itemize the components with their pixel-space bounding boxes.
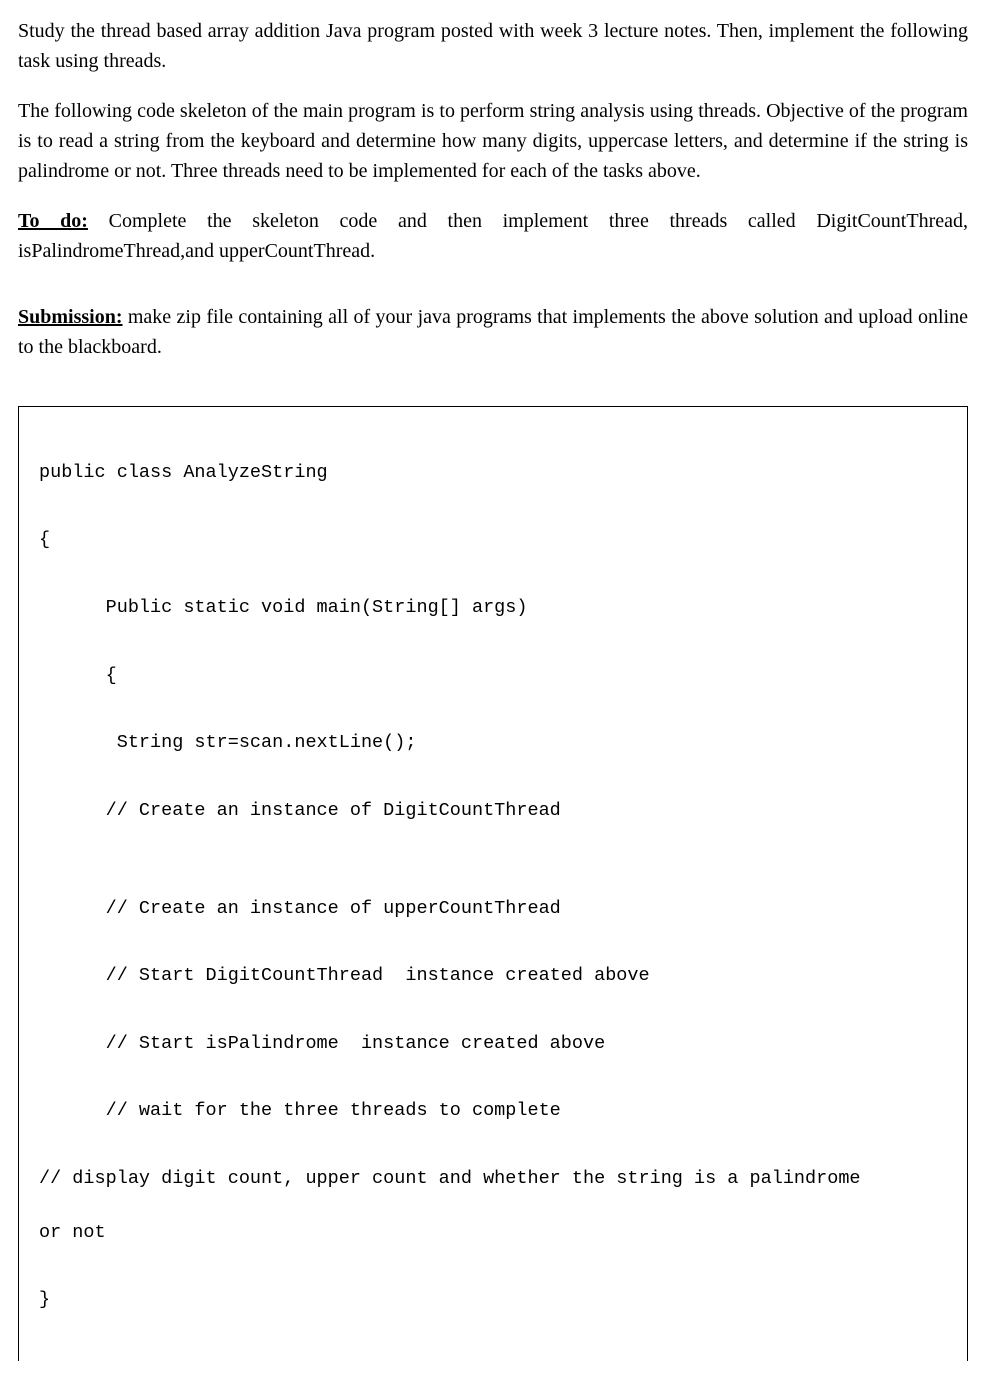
description-paragraph: The following code skeleton of the main …: [18, 96, 968, 186]
code-line: Public static void main(String[] args): [39, 595, 947, 622]
code-line: String str=scan.nextLine();: [39, 730, 947, 757]
todo-text: Complete the skeleton code and then impl…: [18, 210, 968, 262]
code-line: // display digit count, upper count and …: [39, 1166, 947, 1193]
todo-paragraph: To do: Complete the skeleton code and th…: [18, 206, 968, 266]
code-line: {: [39, 663, 947, 690]
code-line: // Create an instance of DigitCountThrea…: [39, 798, 947, 825]
code-line: or not: [39, 1220, 947, 1247]
code-line: }: [39, 1287, 947, 1314]
code-line: public class AnalyzeString: [39, 460, 947, 487]
code-skeleton-box: public class AnalyzeString { Public stat…: [18, 406, 968, 1361]
submission-text: make zip file containing all of your jav…: [18, 306, 968, 358]
todo-label: To do:: [18, 210, 88, 232]
submission-paragraph: Submission: make zip file containing all…: [18, 302, 968, 362]
code-line: // Start DigitCountThread instance creat…: [39, 963, 947, 990]
code-line: // Create an instance of upperCountThrea…: [39, 896, 947, 923]
code-line: // wait for the three threads to complet…: [39, 1098, 947, 1125]
code-line: {: [39, 527, 947, 554]
intro-paragraph: Study the thread based array addition Ja…: [18, 16, 968, 76]
code-line: // Start isPalindrome instance created a…: [39, 1031, 947, 1058]
submission-label: Submission:: [18, 306, 123, 328]
